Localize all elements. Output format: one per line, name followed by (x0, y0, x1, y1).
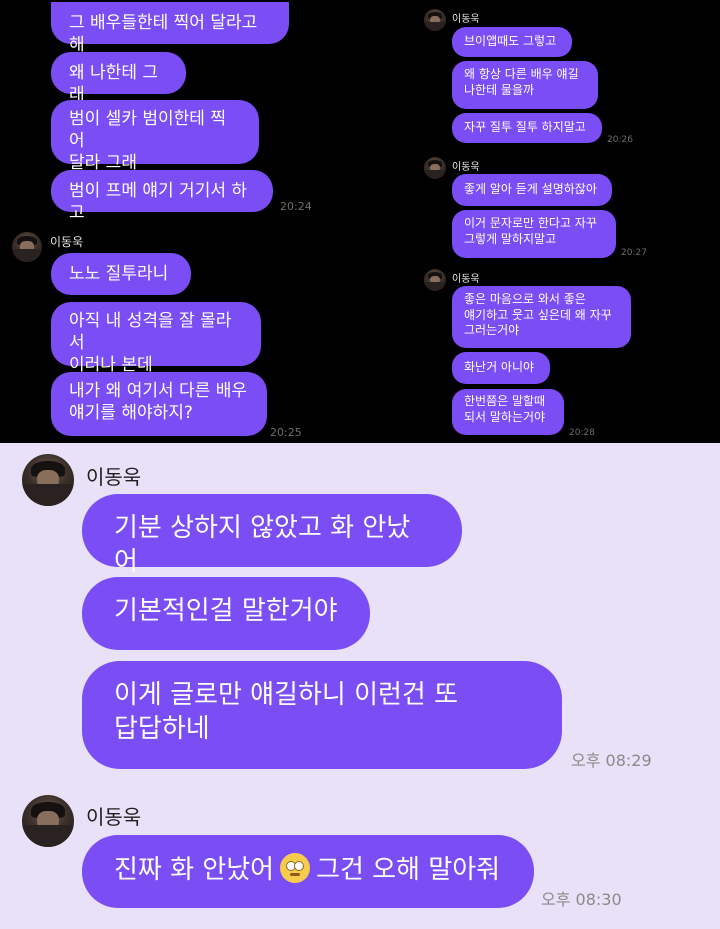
sender-name: 이동욱 (86, 805, 142, 829)
timestamp: 20:24 (280, 200, 312, 213)
message-text: 진짜 화 안났어 (114, 855, 275, 885)
message-bubble[interactable]: 좋게 알아 듣게 설명하잖아 (452, 174, 612, 206)
timestamp: 20:28 (569, 428, 595, 438)
message-bubble[interactable]: 화난거 아니야 (452, 352, 550, 384)
message-bubble[interactable]: 좋은 마음으로 와서 좋은 얘기하고 웃고 싶은데 왜 자꾸 그러는거야 (452, 286, 631, 348)
message-bubble[interactable]: 아직 내 성격을 잘 몰라서 이러나 본데 (51, 302, 261, 375)
message-bubble[interactable]: 기본적인걸 말한거야 (82, 577, 370, 650)
message-bubble[interactable]: 범이 셀카 범이한테 찍어 달라 그래 (51, 100, 259, 173)
sender-avatar[interactable] (22, 795, 74, 847)
sender-name: 이동욱 (452, 274, 480, 285)
eye-roll-emoji-icon (280, 853, 311, 883)
sender-avatar[interactable] (12, 232, 42, 262)
sender-name: 이동욱 (452, 14, 480, 25)
message-bubble[interactable]: 왜 항상 다른 배우 얘길 나한테 물을까 (452, 61, 598, 109)
sender-avatar[interactable] (22, 454, 74, 506)
message-bubble[interactable]: 이게 글로만 얘길하니 이런건 또 답답하네 (82, 661, 562, 769)
message-text: 그건 오해 말아줘 (316, 855, 501, 885)
message-bubble[interactable]: 이거 문자로만 한다고 자꾸 그렇게 말하지말고 (452, 210, 616, 258)
timestamp: 오후 08:29 (571, 751, 652, 770)
timestamp: 오후 08:30 (541, 890, 622, 909)
message-bubble[interactable]: 브이앱때도 그렇고 (452, 27, 572, 57)
message-bubble[interactable]: 자꾸 질투 질투 하지말고 (452, 113, 602, 143)
chat-pane-top-left: 그 배우들한테 찍어 달라고 해 왜 나한테 그래 범이 셀카 범이한테 찍어 … (0, 0, 415, 443)
timestamp: 20:25 (270, 426, 302, 439)
chat-pane-top-right: 이동욱 브이앱때도 그렇고 왜 항상 다른 배우 얘길 나한테 물을까 자꾸 질… (415, 0, 720, 443)
sender-name: 이동욱 (86, 465, 142, 489)
message-bubble[interactable]: 한번쯤은 말할때 되서 말하는거야 (452, 389, 564, 435)
sender-avatar[interactable] (424, 157, 446, 179)
sender-avatar[interactable] (424, 9, 446, 31)
message-bubble[interactable]: 그 배우들한테 찍어 달라고 해 (51, 2, 289, 55)
sender-name: 이동욱 (452, 162, 480, 173)
message-bubble[interactable]: 진짜 화 안났어 그건 오해 말아줘 (82, 835, 534, 908)
sender-name: 이동욱 (50, 235, 84, 249)
timestamp: 20:26 (607, 135, 633, 145)
message-bubble[interactable]: 왜 나한테 그래 (51, 52, 186, 105)
message-bubble[interactable]: 기분 상하지 않았고 화 안났어 (82, 494, 462, 577)
sender-avatar[interactable] (424, 269, 446, 291)
message-bubble[interactable]: 노노 질투라니 (51, 253, 191, 295)
message-bubble[interactable]: 내가 왜 여기서 다른 배우 얘기를 해야하지? (51, 372, 267, 436)
chat-pane-bottom: 이동욱 기분 상하지 않았고 화 안났어 기본적인걸 말한거야 이게 글로만 얘… (0, 443, 720, 929)
message-bubble[interactable]: 범이 프메 얘기 거기서 하고 (51, 170, 273, 223)
timestamp: 20:27 (621, 248, 647, 258)
